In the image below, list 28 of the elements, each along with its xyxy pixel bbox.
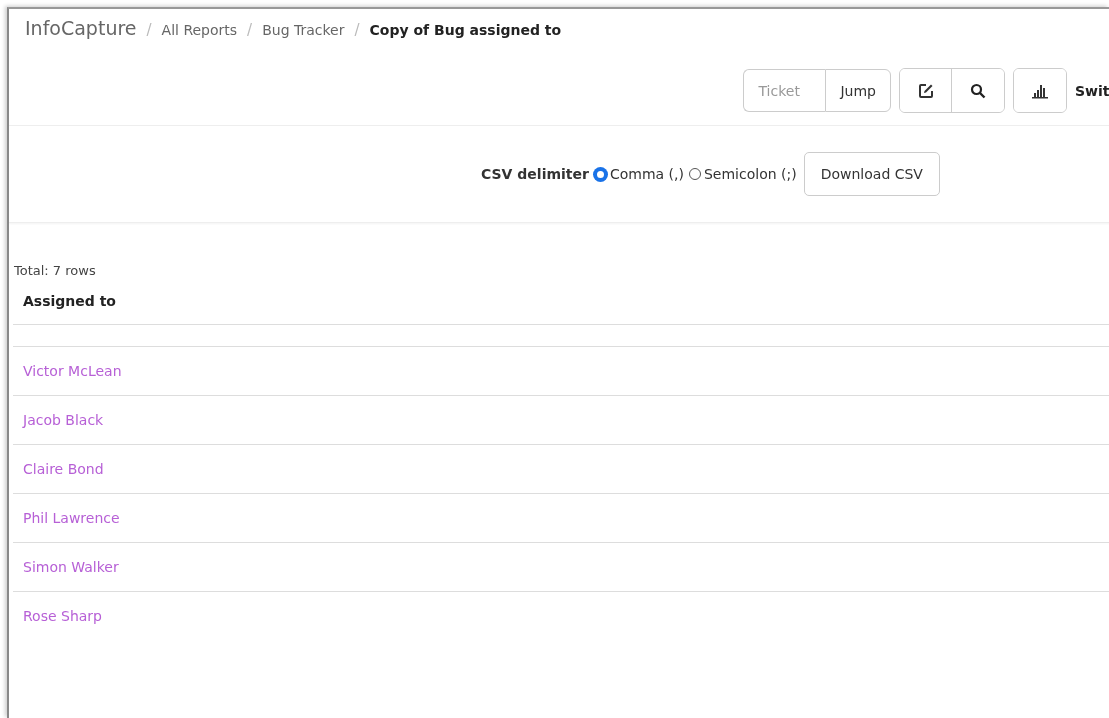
breadcrumb-separator: /: [146, 21, 152, 39]
radio-label[interactable]: Comma (,): [609, 166, 684, 182]
download-csv-button[interactable]: Download CSV: [803, 152, 940, 196]
assignee-link[interactable]: Phil Lawrence: [23, 510, 120, 526]
edit-button[interactable]: [900, 69, 952, 112]
assignee-link[interactable]: Jacob Black: [23, 412, 104, 428]
breadcrumb-link[interactable]: All Reports: [161, 22, 238, 38]
search-icon: [970, 82, 986, 99]
assignee-link[interactable]: Victor McLean: [23, 363, 122, 379]
breadcrumb-separator: /: [247, 21, 253, 39]
brand-name: InfoCapture: [25, 17, 137, 39]
assignee-link[interactable]: Claire Bond: [23, 461, 104, 477]
breadcrumb-separator: /: [354, 21, 360, 39]
radio-label[interactable]: Semicolon (;): [703, 166, 797, 182]
jump-button[interactable]: Jump: [825, 69, 891, 112]
csv-delimiter-label: CSV delimiter: [481, 166, 589, 182]
column-header: Assigned to: [23, 293, 116, 309]
row-count: Total: 7 rows: [13, 263, 97, 278]
breadcrumb-link[interactable]: Bug Tracker: [262, 22, 345, 38]
bar-chart-icon: [1031, 82, 1049, 99]
assignee-link[interactable]: Simon Walker: [23, 559, 119, 575]
ticket-field[interactable]: Ticket: [743, 69, 826, 112]
chart-button[interactable]: [1014, 69, 1066, 112]
radio-button[interactable]: [593, 167, 607, 181]
switch-label[interactable]: Swit: [1075, 82, 1109, 99]
page-title: Copy of Bug assigned to: [369, 22, 562, 38]
edit-icon: [917, 82, 934, 99]
assignee-link[interactable]: Rose Sharp: [23, 608, 102, 624]
